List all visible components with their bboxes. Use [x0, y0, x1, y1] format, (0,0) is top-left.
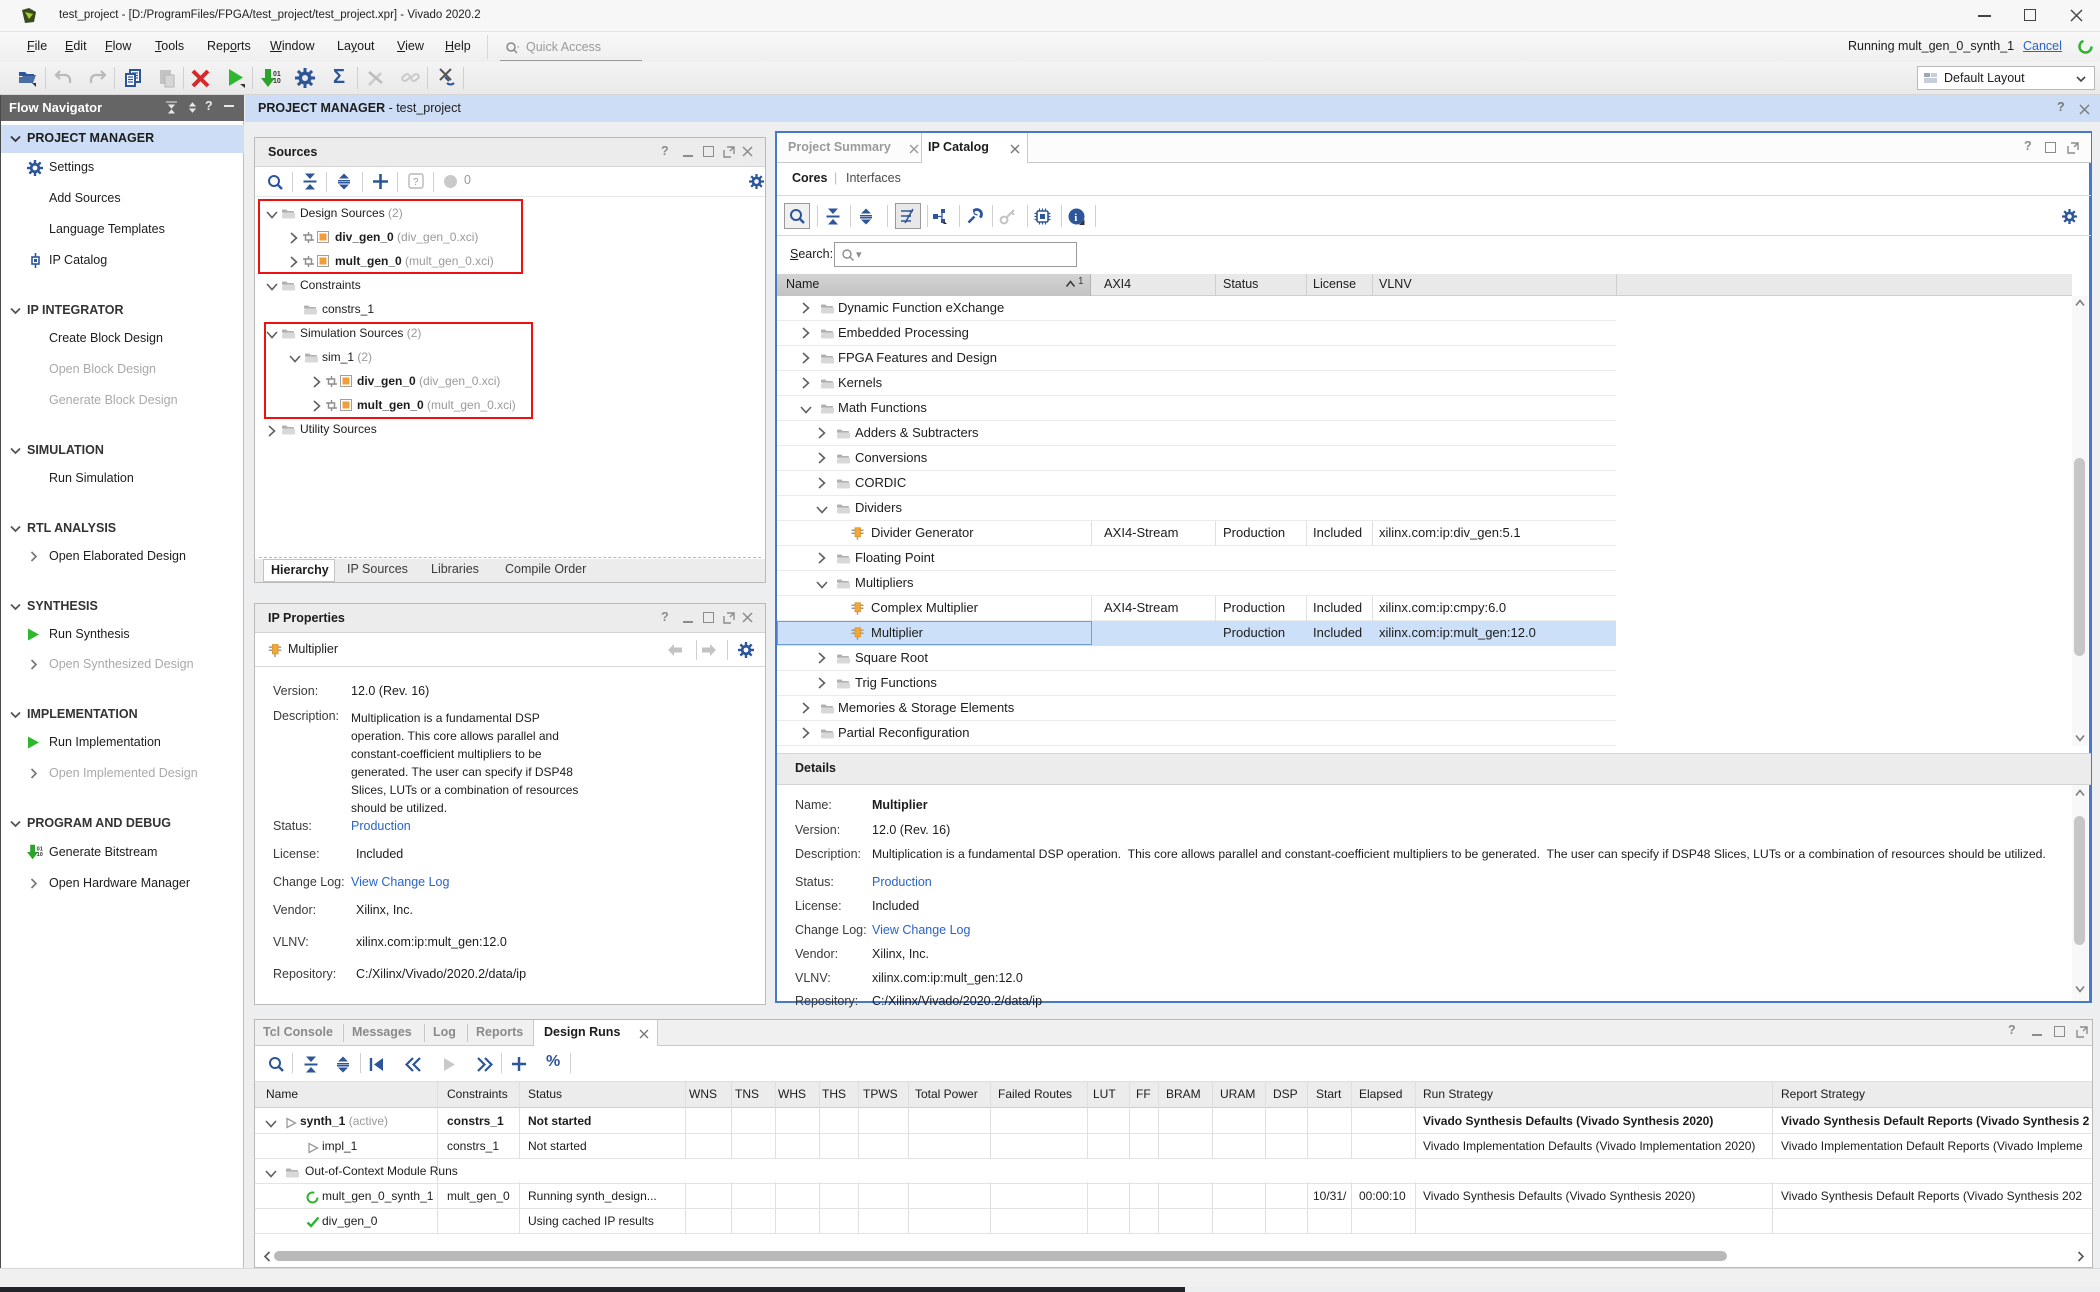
svg-text:10: 10 — [37, 852, 43, 858]
svg-text:i: i — [1074, 212, 1077, 224]
svg-text:?: ? — [413, 177, 419, 188]
svg-text:01: 01 — [273, 71, 281, 78]
svg-text:10: 10 — [273, 78, 281, 85]
